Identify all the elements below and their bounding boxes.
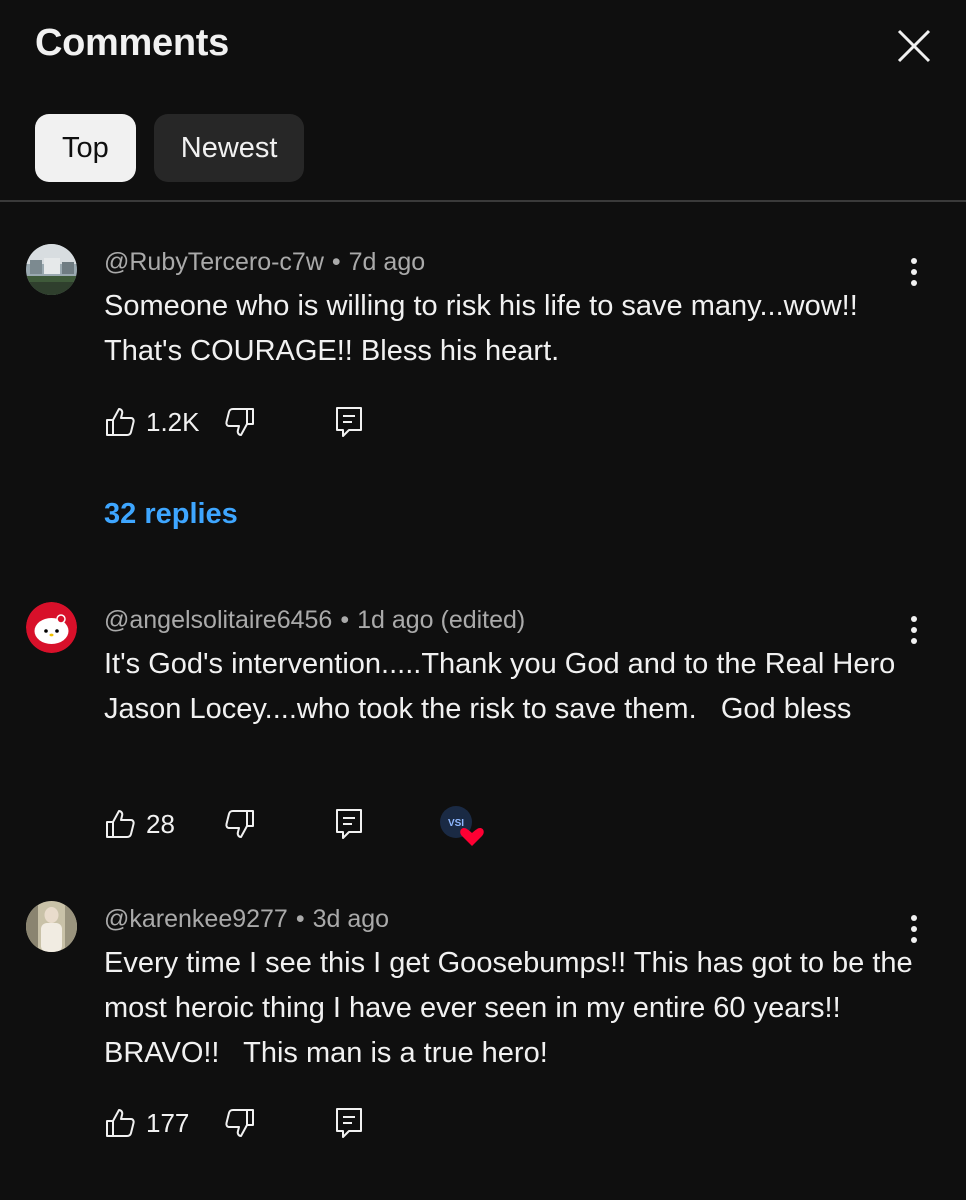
tab-top[interactable]: Top	[35, 114, 136, 182]
dislike-button[interactable]	[224, 1101, 256, 1145]
comment-text: It's God's intervention.....Thank you Go…	[104, 648, 904, 725]
avatar[interactable]	[26, 602, 77, 653]
avatar[interactable]	[26, 901, 77, 952]
svg-text:VSI: VSI	[448, 818, 464, 829]
view-replies-link[interactable]: 32 replies	[104, 498, 238, 531]
separator: •	[340, 606, 350, 634]
thumbs-up-icon	[106, 810, 135, 838]
comment-actions: 177	[100, 1101, 900, 1145]
comment-meta: @karenkee9277 • 3d ago	[104, 905, 389, 934]
comment-actions: 1.2K	[100, 400, 900, 444]
like-button[interactable]: 28	[104, 802, 175, 846]
reply-button[interactable]	[334, 1101, 364, 1145]
dislike-button[interactable]	[224, 400, 256, 444]
comment-author[interactable]: @karenkee9277	[104, 905, 288, 933]
like-count: 177	[146, 1107, 190, 1138]
comment-item: @angelsolitaire6456 • 1d ago (edited) It's…	[0, 598, 966, 858]
heart-icon	[460, 828, 484, 846]
like-count: 1.2K	[146, 406, 200, 437]
more-vert-icon	[911, 915, 917, 943]
close-icon	[897, 29, 931, 63]
thumbs-down-icon	[225, 408, 254, 436]
reply-icon	[336, 809, 362, 839]
comment-time: 7d ago	[348, 248, 426, 276]
comment-author[interactable]: @angelsolitaire6456	[104, 606, 332, 634]
avatar[interactable]	[26, 244, 77, 295]
reply-icon	[336, 407, 362, 437]
comment-meta: @angelsolitaire6456 • 1d ago (edited)	[104, 606, 525, 635]
comment-meta: @RubyTercero-c7w • 7d ago	[104, 248, 425, 277]
comments-header: Comments	[0, 0, 966, 90]
reply-button[interactable]	[334, 802, 364, 846]
reply-icon	[336, 1108, 362, 1138]
sort-tabs: Top Newest	[35, 114, 305, 182]
comment-actions: 28 VSI	[100, 802, 900, 846]
reply-button[interactable]	[334, 400, 364, 444]
separator: •	[295, 905, 305, 933]
comment-item: @RubyTercero-c7w • 7d ago Someone who is w…	[0, 240, 966, 540]
dislike-button[interactable]	[224, 802, 256, 846]
creator-heart-badge: VSI	[438, 804, 486, 848]
comment-time: 3d ago	[312, 905, 390, 933]
page-title: Comments	[35, 22, 229, 64]
more-vert-icon	[911, 616, 917, 644]
divider	[0, 200, 966, 202]
comment-time: 1d ago (edited)	[357, 606, 526, 634]
more-vert-icon	[911, 258, 917, 286]
thumbs-up-icon	[106, 408, 135, 436]
tab-newest[interactable]: Newest	[153, 114, 305, 182]
comment-author[interactable]: @RubyTercero-c7w	[104, 248, 324, 276]
thumbs-down-icon	[225, 810, 254, 838]
like-button[interactable]: 1.2K	[104, 400, 200, 444]
comment-text: Someone who is willing to risk his life …	[104, 290, 866, 367]
thumbs-down-icon	[225, 1109, 254, 1137]
like-count: 28	[146, 808, 175, 839]
like-button[interactable]: 177	[104, 1101, 189, 1145]
thumbs-up-icon	[106, 1109, 135, 1137]
comment-item: @karenkee9277 • 3d ago Every time I see th…	[0, 897, 966, 1157]
comment-text: Every time I see this I get Goosebumps!!…	[104, 947, 921, 1069]
close-button[interactable]	[890, 22, 938, 70]
separator: •	[331, 248, 341, 276]
